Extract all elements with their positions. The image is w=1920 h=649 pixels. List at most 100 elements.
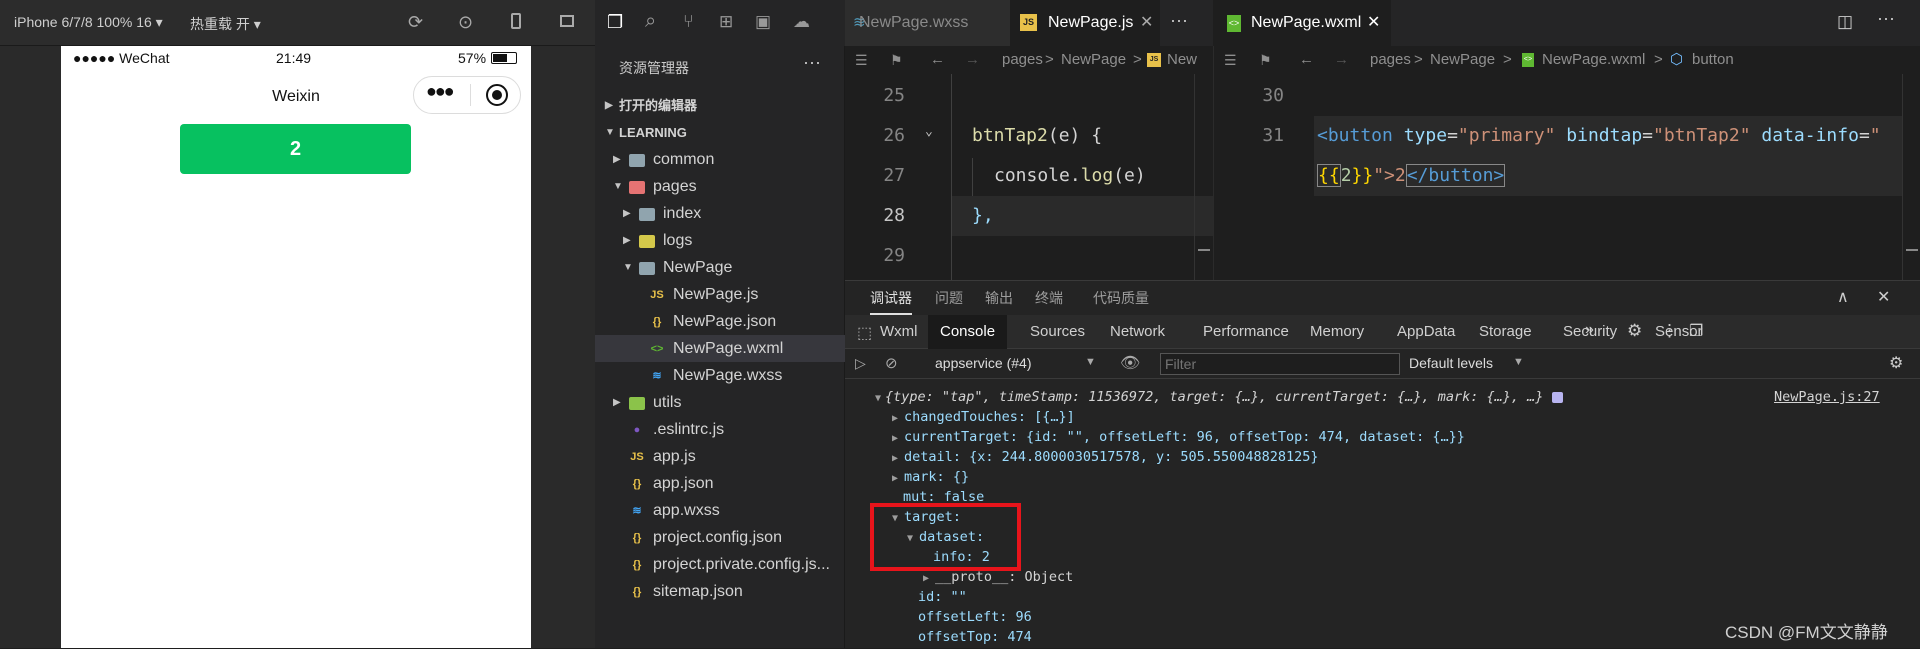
folder-icon [639,235,655,248]
close-icon[interactable]: ✕ [1367,0,1380,46]
close-panel-icon[interactable]: ✕ [1877,287,1890,307]
scrollbar[interactable] [1902,74,1920,280]
back-icon[interactable]: ← [930,46,945,74]
tab-newpage-js[interactable]: JS NewPage.js ✕ [1010,0,1160,46]
window-icon[interactable] [560,15,574,27]
explorer-item[interactable]: ▼ pages [595,173,845,200]
log-line[interactable]: ▶ mark: {} [892,469,969,485]
explorer-item[interactable]: ● .eslintrc.js [595,416,845,443]
explorer-item[interactable]: ≋ app.wxss [595,497,845,524]
folder-icon [629,397,645,410]
log-line[interactable]: ▶ changedTouches: [{…}] [892,409,1075,425]
filter-input[interactable] [1160,353,1400,375]
tab-newpage-wxss[interactable]: ≋ NewPage.wxss [845,0,1010,46]
info-badge-icon[interactable] [1551,391,1563,403]
devtools-tab[interactable]: Network [1110,315,1165,349]
scrollbar[interactable] [1194,74,1213,280]
clear-console-icon[interactable]: ⊘ [885,354,898,372]
search-icon[interactable]: ⌕ [645,10,656,33]
left-code-editor[interactable]: 25 26 ⌄ 27 28 29 btnTap2(e) { console.lo… [845,74,1213,280]
explorer-item[interactable]: {} NewPage.json [595,308,845,335]
editor-more-icon[interactable]: ··· [1170,10,1188,31]
right-code-editor[interactable]: 30 31 <button type="primary" bindtap="bt… [1213,74,1920,280]
source-link[interactable]: NewPage.js:27 [1774,389,1880,405]
more-dots-icon[interactable]: ●●● [426,81,455,102]
log-line-root[interactable]: ▼ {type: "tap", timeStamp: 11536972, targ… [875,389,1563,405]
right-breadcrumb: ☰ ⚑ ← → pages > NewPage > <> NewPage.wxm… [1213,46,1920,74]
tab-newpage-wxml[interactable]: <> NewPage.wxml ✕ [1213,0,1391,46]
run-icon[interactable]: ▣ [755,12,771,32]
source-control-icon[interactable]: ⑂ [683,11,694,32]
forward-icon[interactable]: → [1334,46,1349,74]
devtools-tab[interactable]: Storage [1479,315,1532,349]
explorer-more-icon[interactable]: ··· [803,52,821,73]
device-select[interactable]: iPhone 6/7/8 100% 16 ▾ [14,14,163,31]
close-miniprogram-icon[interactable] [486,84,508,106]
refresh-icon[interactable]: ⟳ [408,12,423,33]
primary-button[interactable]: 2 [180,124,411,174]
log-line-proto[interactable]: ▶ __proto__: Object [923,569,1073,585]
editor-more-icon[interactable]: ··· [1877,8,1895,29]
dock-icon[interactable]: ❐ [1689,321,1703,341]
files-icon[interactable]: ❐ [607,12,623,33]
list-icon[interactable]: ☰ [855,46,868,74]
close-icon[interactable]: ✕ [1140,0,1153,46]
capsule-menu[interactable]: ●●● [413,76,521,114]
forward-icon[interactable]: → [965,46,980,74]
explorer-item[interactable]: ▶ common [595,146,845,173]
fold-chevron-icon[interactable]: ⌄ [925,124,933,139]
open-editors-header[interactable]: ▶ 打开的编辑器 [595,92,845,119]
dropdown-icon[interactable]: ▼ [1085,356,1096,368]
devtools-tab[interactable]: Sources [1030,315,1085,349]
sidebar-toggle-icon[interactable]: ▷ [855,355,866,372]
devtools-tab[interactable]: Performance [1203,315,1289,349]
hot-reload-toggle[interactable]: 热重载 开 ▾ [190,14,261,34]
log-line[interactable]: ▶ detail: {x: 244.8000030517578, y: 505.… [892,449,1319,465]
explorer-item[interactable]: ▶ index [595,200,845,227]
devtools-tab[interactable]: AppData [1397,315,1455,349]
stop-icon[interactable]: ⊙ [458,12,473,33]
devtools-tab[interactable]: Wxml [880,315,918,349]
gear-icon[interactable]: ⚙ [1627,321,1642,341]
devtools-top-tab[interactable]: 代码质量 [1093,281,1149,315]
explorer-item[interactable]: <> NewPage.wxml [595,335,845,362]
explorer-item[interactable]: {} app.json [595,470,845,497]
phone-icon[interactable] [511,13,521,29]
devtools-top-tab[interactable]: 终端 [1035,281,1063,315]
extensions-icon[interactable]: ⊞ [719,12,733,32]
indent-guide [972,158,973,196]
more-tabs-icon[interactable]: » [1585,321,1594,339]
devtools-top-tab[interactable]: 调试器 [870,281,912,315]
back-icon[interactable]: ← [1299,46,1314,74]
explorer-item[interactable]: {} project.private.config.js... [595,551,845,578]
levels-select[interactable]: Default levels [1409,355,1493,371]
docker-icon[interactable]: ☁ [793,12,810,32]
split-editor-icon[interactable]: ◫ [1837,12,1853,32]
project-header[interactable]: ▼ LEARNING [595,119,845,146]
watermark: CSDN @FM文文静静 [1725,623,1888,642]
context-select[interactable]: appservice (#4) [935,355,1032,371]
devtools-tab[interactable]: Console [928,315,1008,349]
explorer-item[interactable]: JS app.js [595,443,845,470]
log-line[interactable]: ▶ currentTarget: {id: "", offsetLeft: 96… [892,429,1465,445]
bookmark-icon[interactable]: ⚑ [890,46,903,74]
explorer-item[interactable]: {} sitemap.json [595,578,845,605]
explorer-item[interactable]: ▶ logs [595,227,845,254]
explorer-item[interactable]: ▼ NewPage [595,254,845,281]
devtools-tab[interactable]: Memory [1310,315,1364,349]
explorer-item[interactable]: ≋ NewPage.wxss [595,362,845,389]
eye-icon[interactable]: 👁 [1120,353,1140,373]
explorer-item[interactable]: JS NewPage.js [595,281,845,308]
inspect-icon[interactable]: ⬚ [857,323,872,343]
bookmark-icon[interactable]: ⚑ [1259,46,1272,74]
explorer-item[interactable]: {} project.config.json [595,524,845,551]
devtools-top-tab[interactable]: 问题 [935,281,963,315]
gear-icon[interactable]: ⚙ [1889,353,1903,373]
simulator-toolbar: iPhone 6/7/8 100% 16 ▾ 热重载 开 ▾ ⟳ ⊙ [0,0,595,46]
list-icon[interactable]: ☰ [1224,46,1237,74]
dropdown-icon[interactable]: ▼ [1513,356,1524,368]
devtools-top-tab[interactable]: 输出 [985,281,1013,315]
explorer-item[interactable]: ▶ utils [595,389,845,416]
collapse-icon[interactable]: ∧ [1837,287,1849,307]
kebab-icon[interactable]: ⋮ [1661,321,1678,341]
